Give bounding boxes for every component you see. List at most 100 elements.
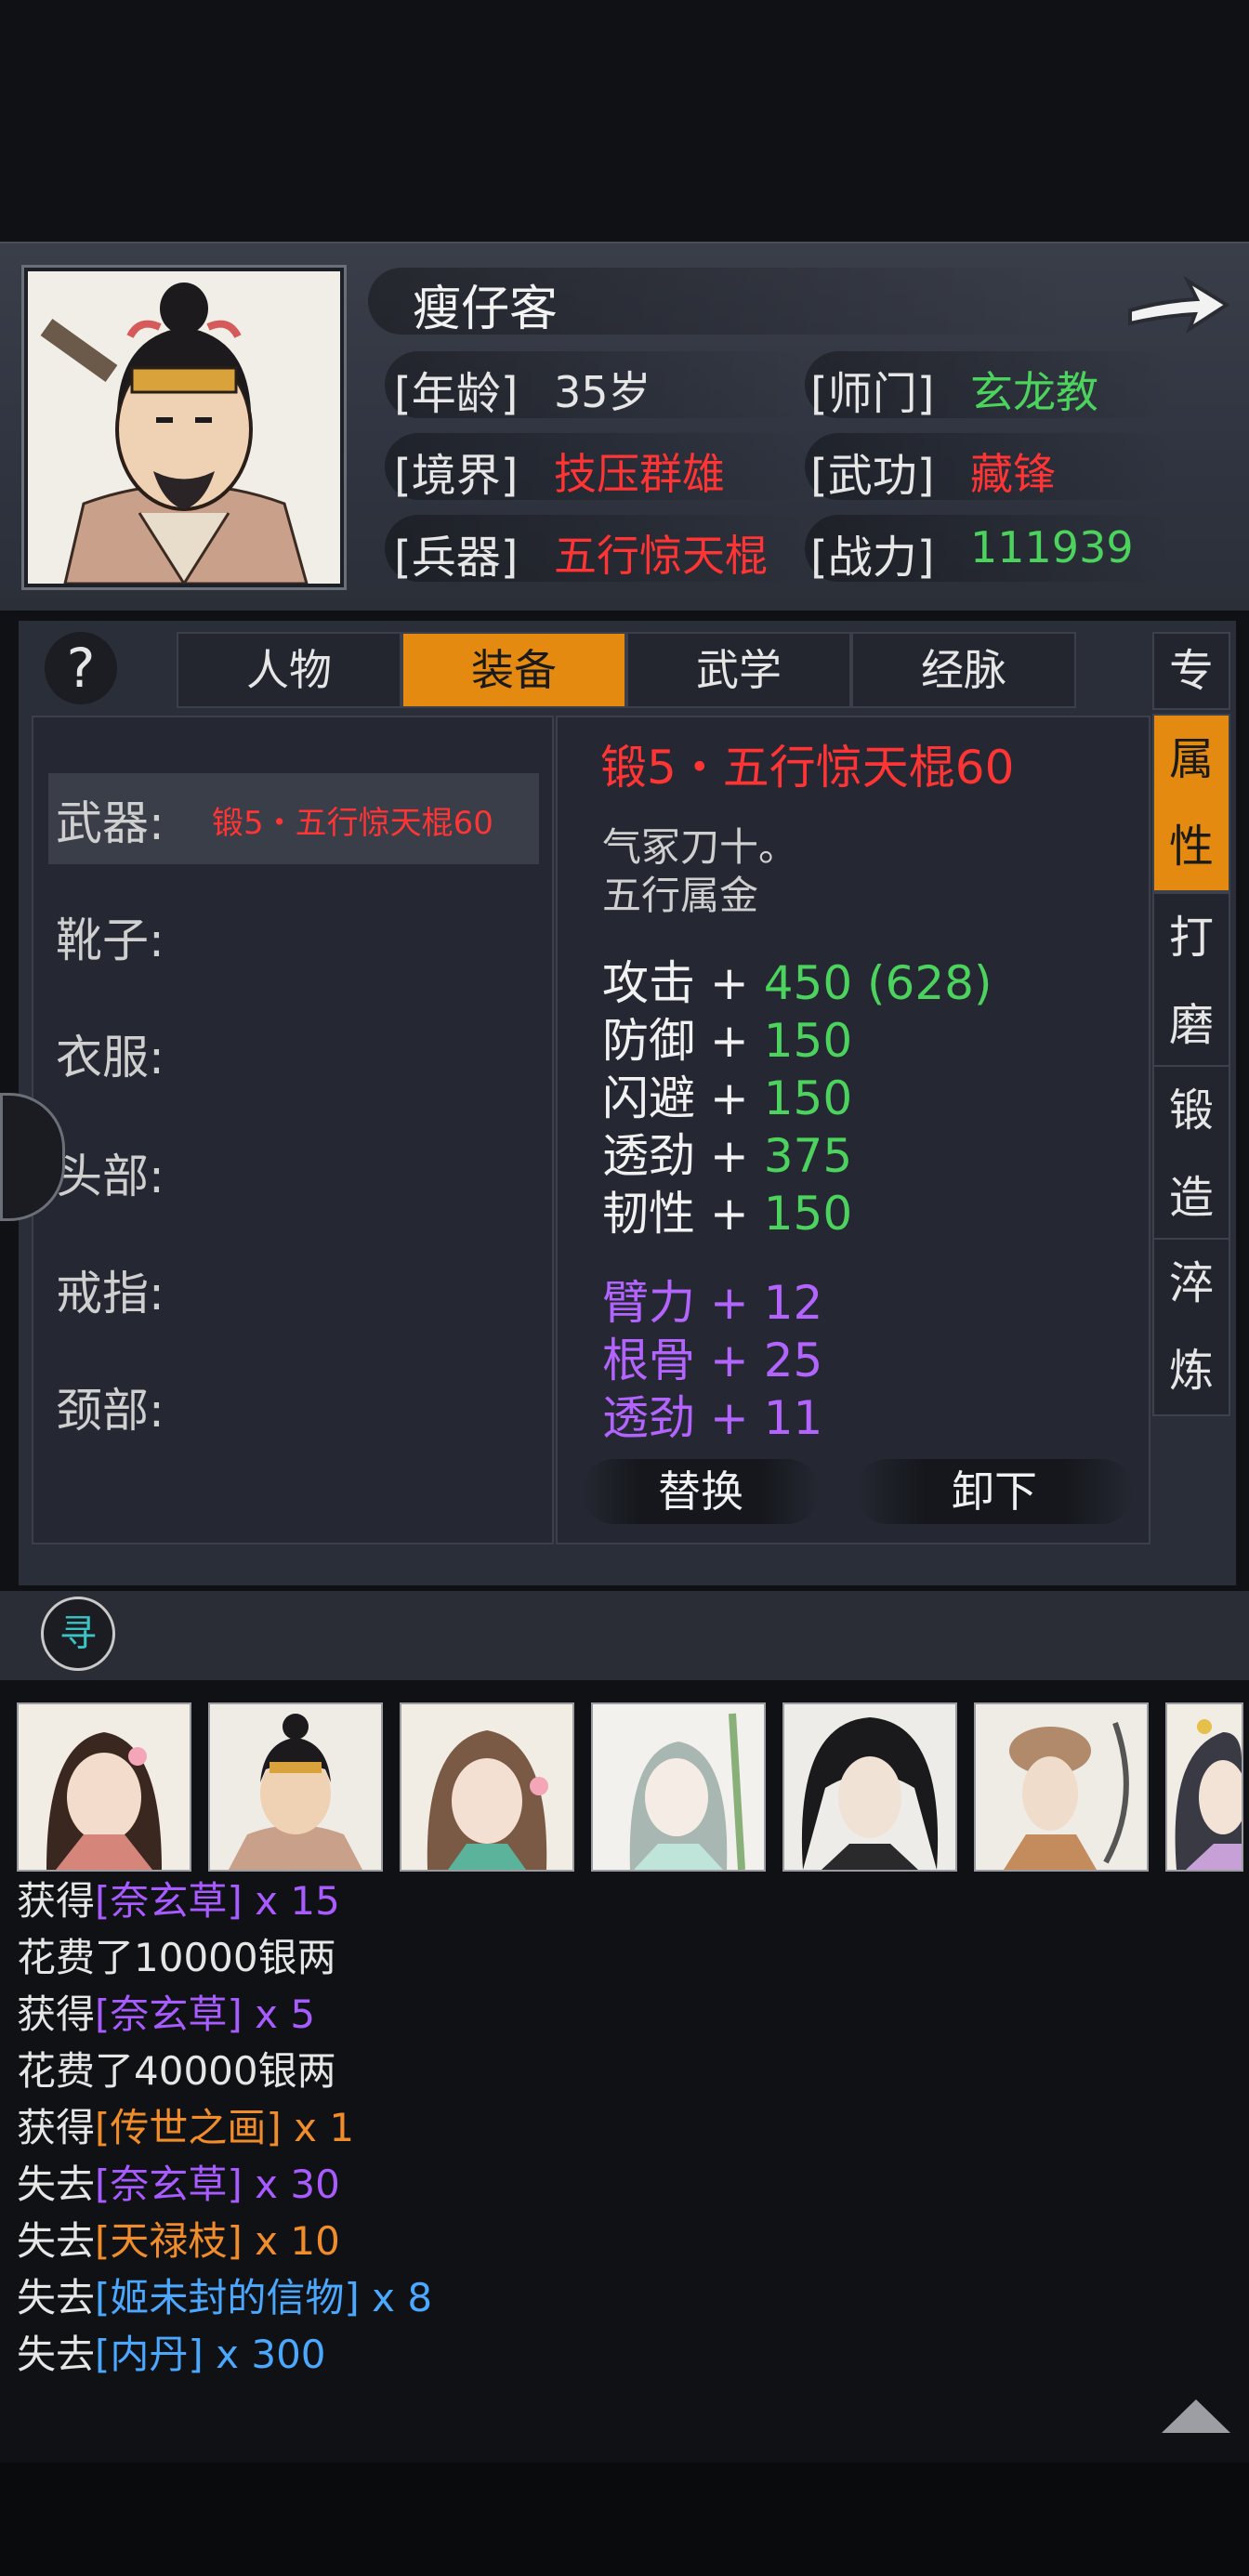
side-tab-char: 造 [1168,1172,1214,1224]
search-icon[interactable]: 寻 [41,1597,115,1671]
party-member-7[interactable] [1165,1702,1243,1872]
party-member-5[interactable] [782,1702,957,1872]
log-prefix: 获得 [17,2105,96,2150]
log-prefix: 失去 [17,2162,96,2207]
side-tab-polish[interactable]: 打 磨 [1152,892,1230,1071]
log-line: 失去[内丹] x 300 [17,2323,326,2380]
age-label: [年龄] [394,368,519,420]
unequip-button[interactable]: 卸下 [855,1459,1134,1524]
bonus-op: + [709,1276,749,1330]
item-desc-2: 五行属金 [602,873,759,918]
log-prefix: 失去 [17,2332,96,2377]
log-prefix: 花费了40000银两 [17,2048,336,2094]
log-prefix: 获得 [17,1991,96,2037]
slot-head-label[interactable]: 头部: [56,1139,164,1206]
realm-value: 技压群雄 [554,449,725,499]
party-member-1[interactable] [17,1702,191,1872]
expand-log-icon[interactable] [1160,2396,1232,2437]
side-tab-char: 专 [1168,645,1214,697]
portrait-man-icon [210,1704,381,1870]
slot-neck-label[interactable]: 颈部: [56,1373,164,1440]
log-suffix: x 1 [281,2105,355,2150]
log-line: 花费了10000银两 [17,1926,336,1983]
log-item: [奈玄草] [95,1878,243,1924]
party-member-2[interactable] [208,1702,383,1872]
bonus-value: 12 [763,1276,823,1330]
log-suffix: x 8 [359,2275,433,2320]
portrait-art-icon [28,271,340,584]
side-tab-char: 磨 [1168,999,1214,1051]
party-member-6[interactable] [974,1702,1149,1872]
martial-label: [武功] [810,450,935,502]
stat-name: 韧性 [602,1187,695,1241]
tab-meridians[interactable]: 经脉 [851,632,1076,708]
tab-equipment[interactable]: 装备 [401,632,626,708]
bonus-name: 根骨 [602,1334,695,1387]
portrait-man-icon [784,1704,955,1870]
stat-name: 防御 [602,1014,695,1068]
character-name: 瘦仔客 [413,282,559,337]
side-tab-temper[interactable]: 淬 炼 [1152,1238,1230,1416]
log-line: 获得[传世之画] x 1 [17,2096,354,2153]
item-title: 锻5・五行惊天棍60 [600,741,1015,795]
portrait-woman-icon [1167,1704,1242,1870]
log-suffix: x 300 [203,2332,326,2377]
log-prefix: 获得 [17,1878,96,1924]
slot-weapon-item: 锻5・五行惊天棍60 [212,805,493,842]
stat-op: + [709,956,749,1010]
tab-character[interactable]: 人物 [177,632,401,708]
age-value: 35岁 [554,367,651,417]
tab-martial-arts[interactable]: 武学 [626,632,851,708]
side-tab-char: 性 [1168,821,1214,873]
realm-label: [境界] [394,450,519,502]
log-item: [内丹] [95,2332,204,2377]
side-tab-special[interactable]: 专 [1152,632,1230,710]
log-suffix: x 5 [242,1991,316,2037]
weapon-label: [兵器] [394,532,519,584]
side-tab-char: 锻 [1168,1084,1214,1137]
log-line: 获得[奈玄草] x 15 [17,1870,340,1926]
slot-weapon-label: 武器: [56,796,164,850]
bonus-op: + [709,1334,749,1387]
stat-value: 150 [763,1071,853,1125]
stat-row: 韧性 + 150 [602,1176,852,1243]
log-item: [传世之画] [95,2105,282,2150]
portrait-woman-icon [19,1704,190,1870]
party-member-4[interactable] [591,1702,766,1872]
slot-ring-label[interactable]: 戒指: [56,1256,164,1323]
bonus-value: 11 [763,1391,823,1445]
slot-clothes-label[interactable]: 衣服: [56,1020,164,1087]
stat-op: + [709,1014,749,1068]
log-line: 失去[姬未封的信物] x 8 [17,2267,432,2323]
sect-value: 玄龙教 [970,367,1098,417]
stat-op: + [709,1071,749,1125]
replace-button[interactable]: 替换 [582,1459,820,1524]
stat-op: + [709,1187,749,1241]
power-label: [战力] [810,532,935,584]
log-prefix: 失去 [17,2218,96,2264]
bonus-value: 25 [763,1334,823,1387]
side-tab-forge[interactable]: 锻 造 [1152,1065,1230,1243]
side-tab-attributes[interactable]: 属 性 [1152,714,1230,892]
weapon-value: 五行惊天棍 [554,531,768,581]
log-suffix: x 30 [242,2162,340,2207]
character-portrait[interactable] [24,268,344,587]
log-line: 获得[奈玄草] x 5 [17,1983,315,2040]
side-tab-char: 炼 [1168,1345,1214,1397]
slot-boots-label[interactable]: 靴子: [56,903,164,970]
bottom-bar [0,2463,1249,2576]
bonus-name: 透劲 [602,1391,695,1445]
side-tab-char: 打 [1168,912,1214,964]
help-icon[interactable]: ? [45,632,117,704]
stat-value: 450 (628) [763,956,993,1010]
party-member-3[interactable] [400,1702,574,1872]
next-arrow-icon[interactable] [1124,264,1232,342]
log-item: [奈玄草] [95,1991,243,2037]
log-item: [天禄枝] [95,2218,243,2264]
stat-value: 150 [763,1014,853,1068]
stat-op: + [709,1129,749,1183]
power-value: 111939 [970,522,1134,572]
stat-value: 375 [763,1129,853,1183]
stat-name: 透劲 [602,1129,695,1183]
portrait-woman-icon [401,1704,572,1870]
